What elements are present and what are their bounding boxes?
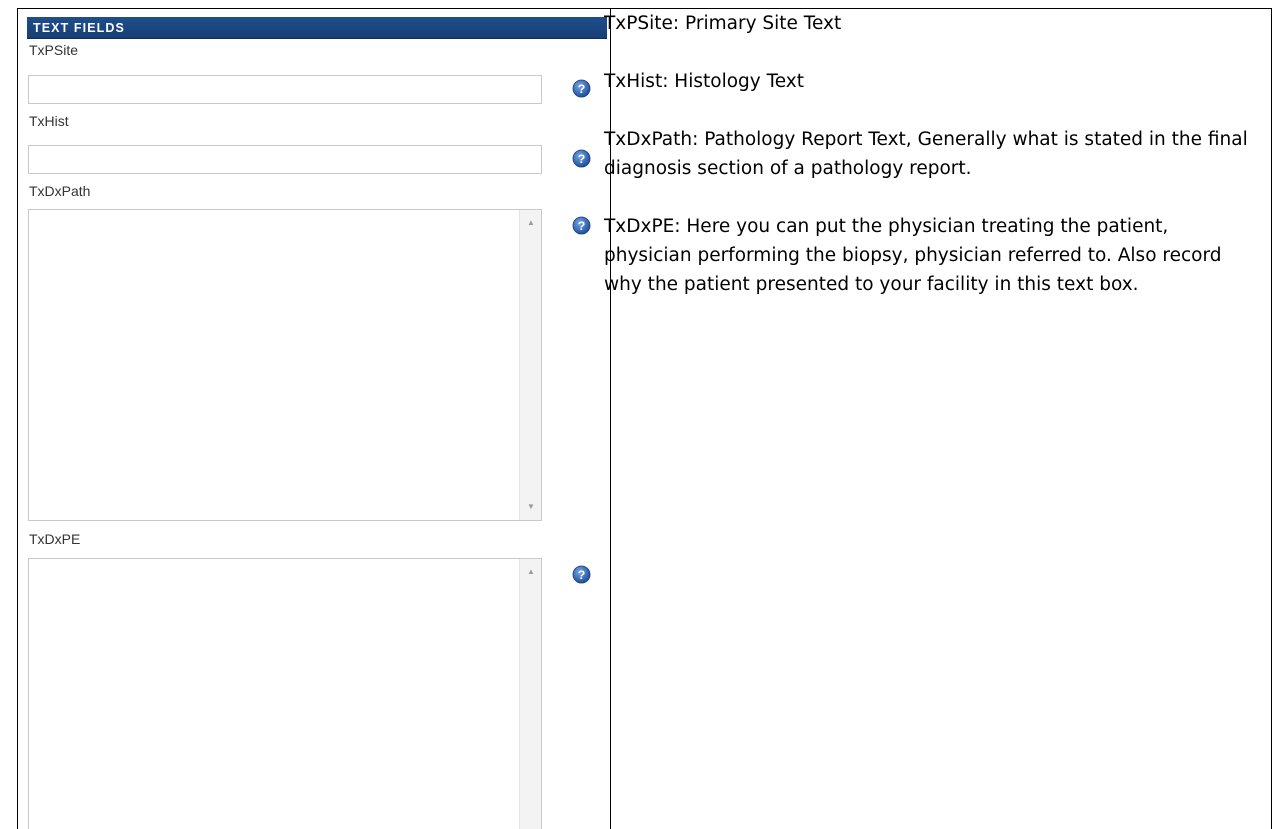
- txdxpe-help-icon[interactable]: ?: [572, 565, 591, 584]
- txhist-input[interactable]: [28, 145, 542, 174]
- txdxpath-help-icon[interactable]: ?: [572, 216, 591, 235]
- txdxpe-scrollbar[interactable]: ▲: [519, 559, 541, 829]
- txdxpath-description: TxDxPath: Pathology Report Text, General…: [604, 129, 1248, 179]
- field-descriptions: TxPSite: Primary Site Text TxHist: Histo…: [604, 9, 1249, 328]
- txpsite-help-icon[interactable]: ?: [572, 79, 591, 98]
- txdxpe-description: TxDxPE: Here you can put the physician t…: [604, 216, 1222, 295]
- scroll-up-icon[interactable]: ▲: [520, 214, 542, 232]
- txdxpath-scrollbar[interactable]: ▲ ▼: [519, 210, 541, 520]
- svg-text:?: ?: [578, 82, 586, 96]
- txhist-description: TxHist: Histology Text: [604, 71, 805, 92]
- scroll-up-icon[interactable]: ▲: [520, 563, 542, 581]
- txpsite-description: TxPSite: Primary Site Text: [604, 13, 842, 34]
- txhist-label: TxHist: [29, 113, 69, 129]
- txpsite-input[interactable]: [28, 75, 542, 104]
- text-fields-form: TEXT FIELDS TxPSite ? TxHist ? TxDxPath …: [27, 9, 607, 829]
- txdxpe-textarea[interactable]: [29, 559, 521, 829]
- section-header: TEXT FIELDS: [27, 17, 607, 39]
- txdxpath-label: TxDxPath: [29, 183, 91, 199]
- svg-text:?: ?: [578, 152, 586, 166]
- scroll-down-icon[interactable]: ▼: [520, 498, 542, 516]
- txdxpe-label: TxDxPE: [29, 531, 81, 547]
- txdxpath-textarea[interactable]: [29, 210, 521, 520]
- svg-text:?: ?: [578, 219, 586, 233]
- txdxpath-textarea-box: ▲ ▼: [28, 209, 542, 521]
- txpsite-label: TxPSite: [29, 42, 79, 58]
- svg-text:?: ?: [578, 568, 586, 582]
- txhist-help-icon[interactable]: ?: [572, 149, 591, 168]
- section-title: TEXT FIELDS: [33, 21, 125, 35]
- txdxpe-textarea-box: ▲: [28, 558, 542, 829]
